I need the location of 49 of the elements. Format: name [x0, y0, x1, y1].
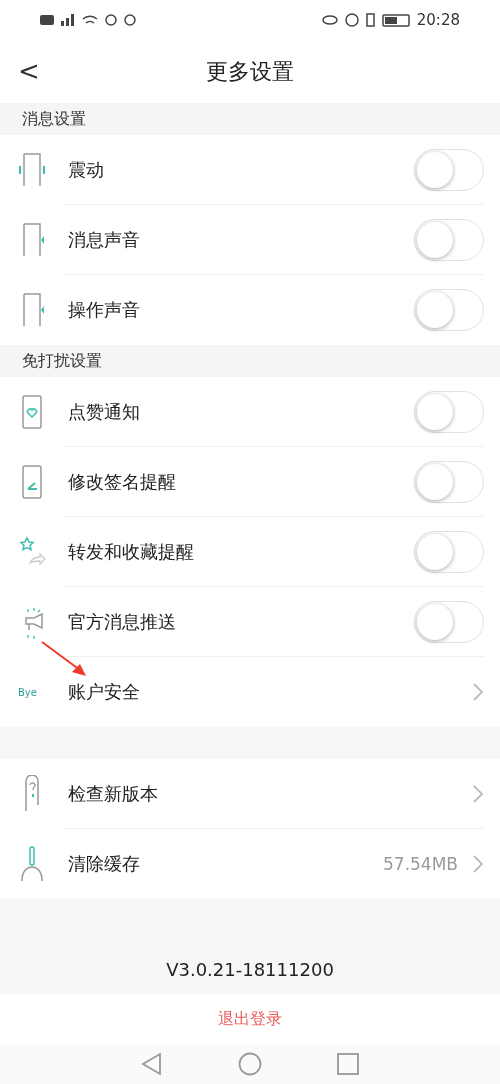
toggle-switch[interactable]	[414, 289, 484, 331]
chevron-right-icon	[472, 854, 484, 874]
battery-icon	[381, 13, 410, 27]
row-label: 震动	[68, 158, 105, 182]
settings-row[interactable]: 清除缓存 57.54MB	[0, 829, 500, 899]
page-title: 更多设置	[206, 57, 294, 86]
chevron-right-icon	[472, 682, 484, 702]
row-label: 修改签名提醒	[68, 470, 177, 494]
settings-row[interactable]: 操作声音	[0, 275, 500, 345]
settings-row[interactable]: 震动	[0, 135, 500, 205]
row-label: 账户安全	[68, 680, 141, 704]
toggle-switch[interactable]	[414, 391, 484, 433]
toggle-switch[interactable]	[414, 531, 484, 573]
toggle-switch[interactable]	[414, 149, 484, 191]
row-label: 点赞通知	[68, 400, 141, 424]
vibrate-icon	[365, 13, 375, 27]
broom-icon	[18, 845, 46, 883]
hd-icon	[40, 15, 54, 25]
settings-row[interactable]: 点赞通知	[0, 377, 500, 447]
row-label: 清除缓存	[68, 852, 141, 876]
vibrating-phone-icon	[18, 151, 46, 189]
alarm-icon	[344, 13, 359, 27]
status-time: 20:28	[416, 11, 460, 29]
row-label: 转发和收藏提醒	[68, 540, 195, 564]
row-label: 操作声音	[68, 298, 141, 322]
row-label: 消息声音	[68, 228, 141, 252]
logout-button[interactable]: 退出登录	[212, 1007, 288, 1031]
home-nav-icon[interactable]	[238, 1052, 262, 1076]
chevron-right-icon	[472, 784, 484, 804]
recents-nav-icon[interactable]	[337, 1053, 359, 1075]
row-label: 检查新版本	[68, 782, 159, 806]
toggle-switch[interactable]	[414, 601, 484, 643]
bye-icon: Bye	[18, 686, 46, 698]
settings-row[interactable]: 转发和收藏提醒	[0, 517, 500, 587]
row-label: 官方消息推送	[68, 610, 177, 634]
version-text: V3.0.21-18111200	[166, 959, 334, 980]
wifi-icon	[82, 15, 98, 25]
settings-row[interactable]: 消息声音	[0, 205, 500, 275]
settings-row[interactable]: 官方消息推送	[0, 587, 500, 657]
settings-row[interactable]: Bye 账户安全	[0, 657, 500, 727]
eye-icon	[321, 15, 338, 25]
settings-row[interactable]: 修改签名提醒	[0, 447, 500, 517]
back-nav-icon[interactable]	[141, 1052, 163, 1076]
settings-row[interactable]: 检查新版本	[0, 759, 500, 829]
toggle-switch[interactable]	[414, 461, 484, 503]
toggle-switch[interactable]	[414, 219, 484, 261]
back-button[interactable]: <	[12, 54, 46, 88]
signal-icon	[61, 14, 75, 26]
cache-size: 57.54MB	[383, 854, 458, 874]
